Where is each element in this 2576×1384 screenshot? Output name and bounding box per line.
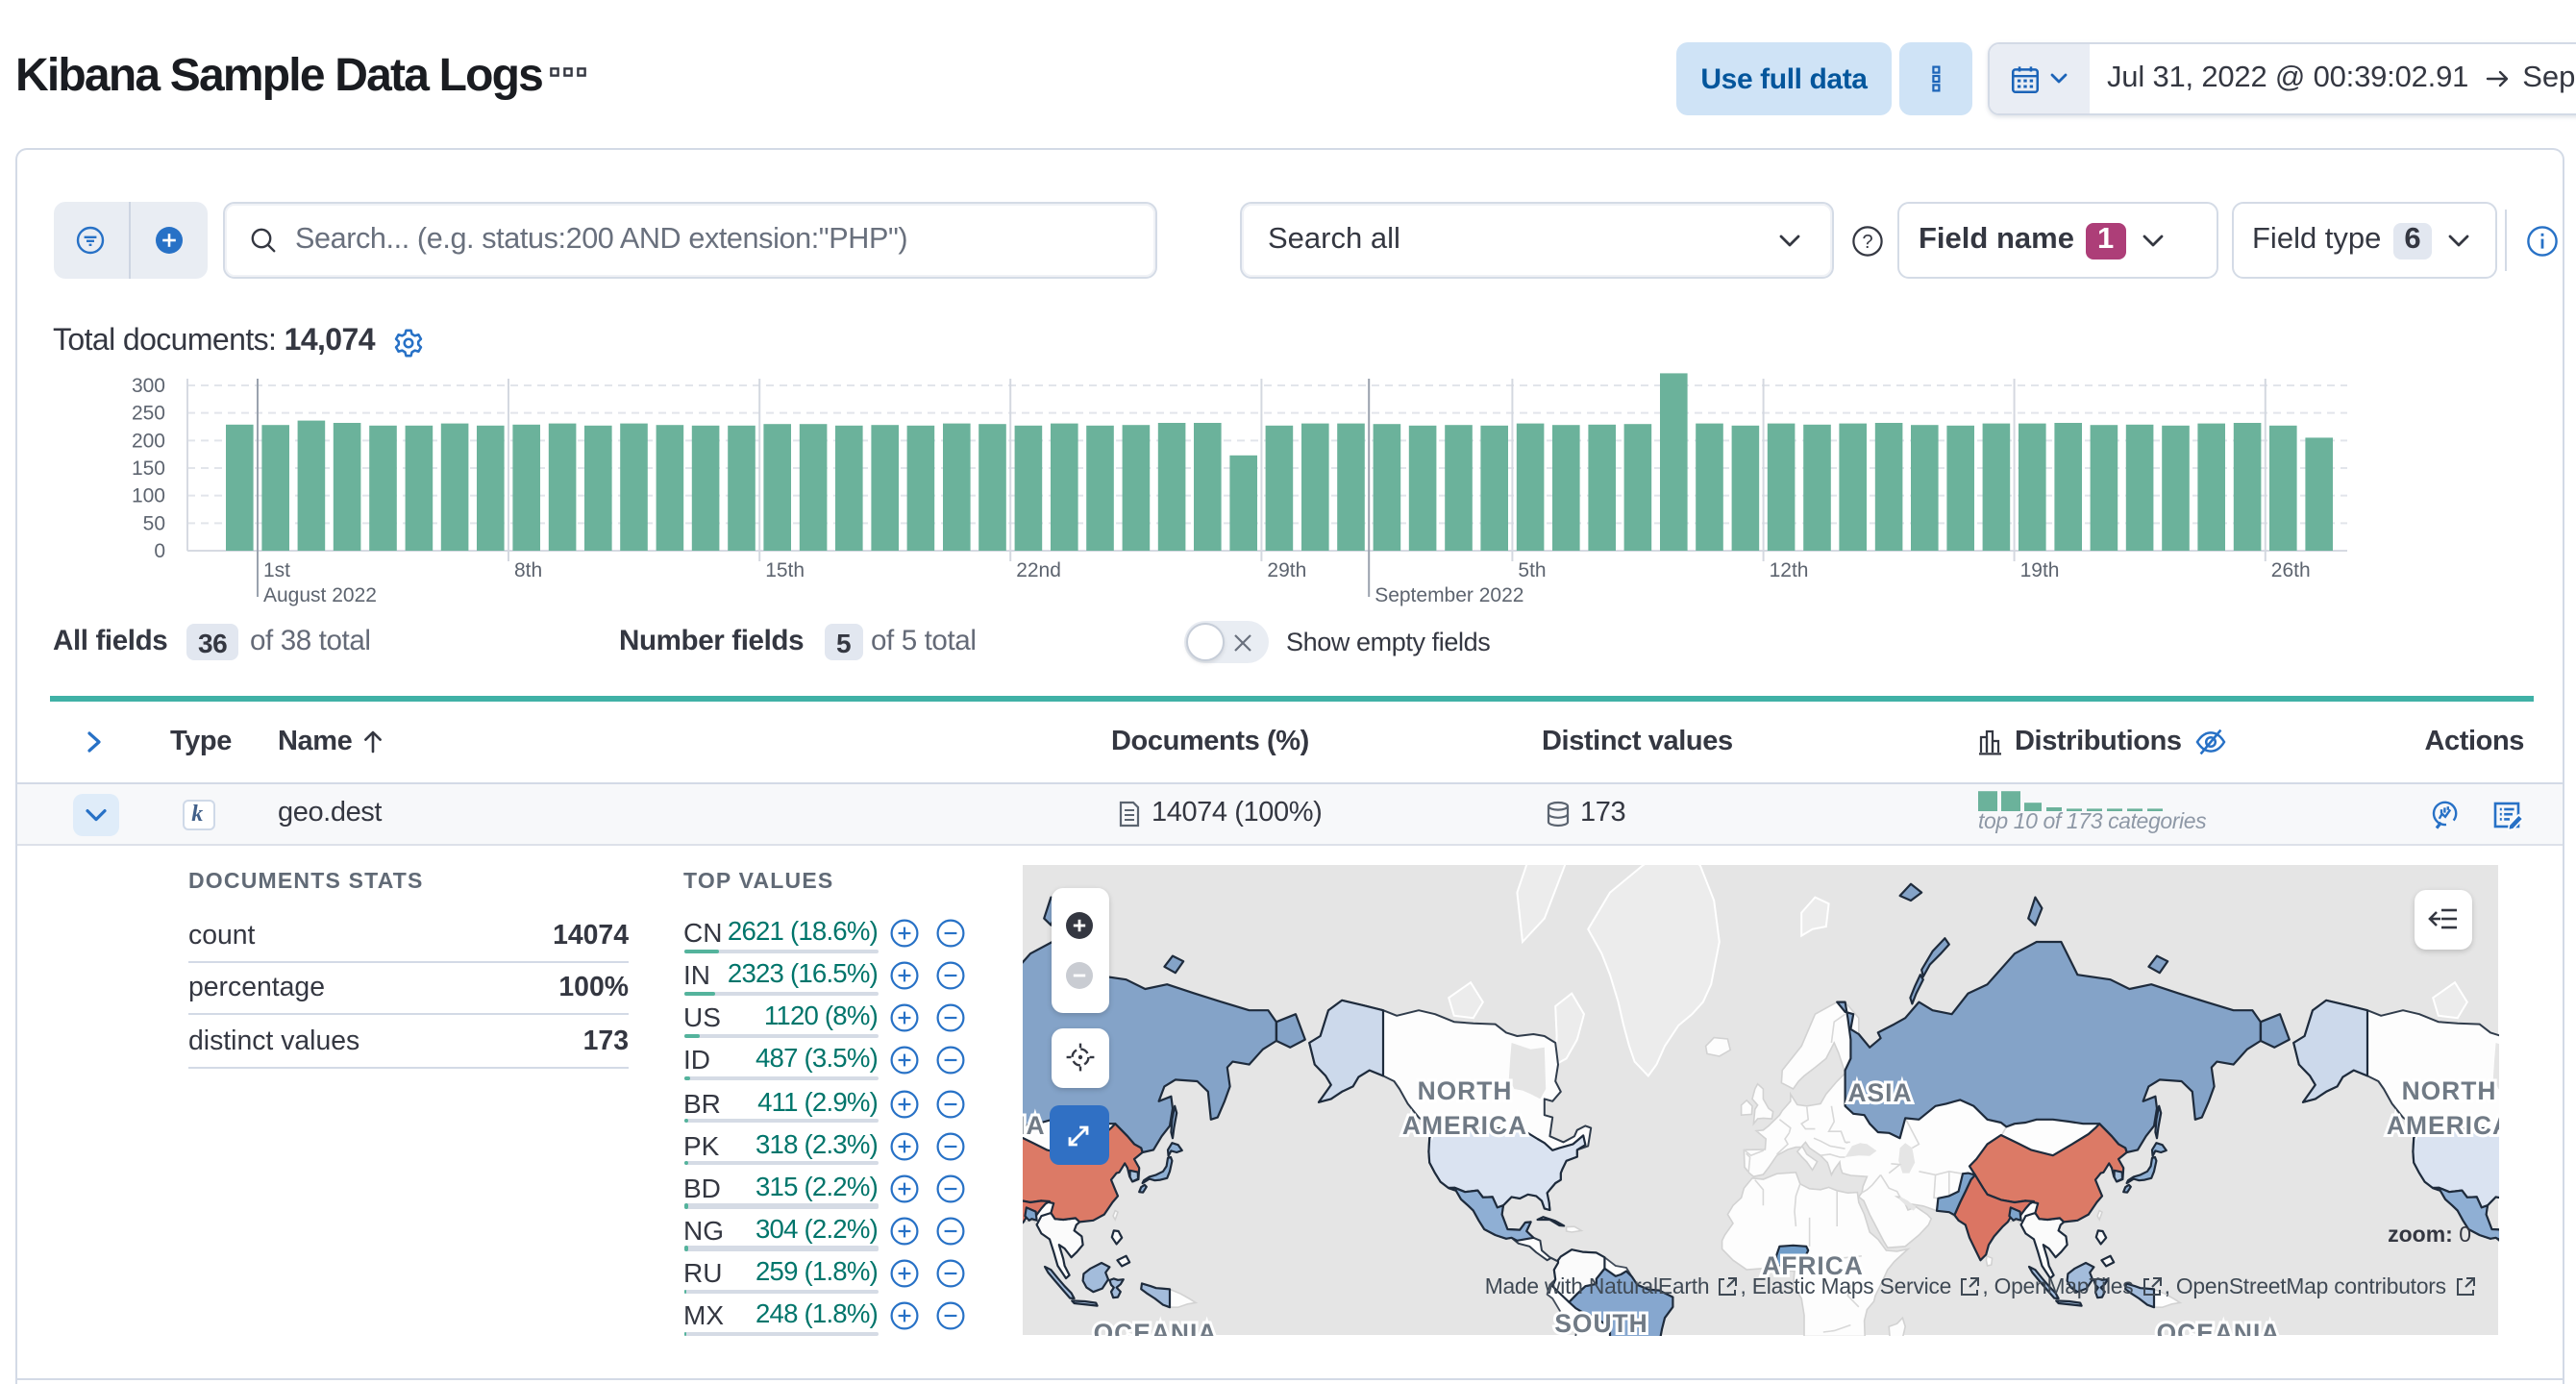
svg-text:NORTH: NORTH [2402,1077,2497,1106]
svg-text:250: 250 [132,403,165,425]
svg-text:22nd: 22nd [1016,559,1061,581]
svg-text:200: 200 [132,430,165,452]
svg-text:0: 0 [154,540,165,562]
svg-text:SOUTH: SOUTH [1554,1310,1647,1336]
svg-text:12th: 12th [1770,559,1809,581]
svg-text:50: 50 [143,512,165,534]
svg-text:?: ? [1862,231,1872,252]
svg-text:100: 100 [132,485,165,507]
svg-text:8th: 8th [514,559,542,581]
svg-text:1st: 1st [263,559,290,581]
svg-text:August 2022: August 2022 [263,584,377,606]
svg-text:OCEANIA: OCEANIA [2157,1320,2281,1336]
svg-text:150: 150 [132,457,165,480]
svg-text:OCEANIA: OCEANIA [1094,1320,1218,1336]
svg-text:5th: 5th [1518,559,1546,581]
svg-text:AMERICA: AMERICA [2387,1112,2498,1141]
svg-text:19th: 19th [2020,559,2060,581]
svg-text:15th: 15th [765,559,805,581]
svg-text:ASIA: ASIA [1023,1112,1046,1141]
svg-text:NORTH: NORTH [1418,1077,1513,1106]
svg-text:26th: 26th [2271,559,2311,581]
svg-text:300: 300 [132,375,165,397]
svg-text:September 2022: September 2022 [1375,584,1523,606]
svg-text:AMERICA: AMERICA [1402,1112,1527,1141]
svg-text:ASIA: ASIA [1847,1079,1912,1108]
svg-text:29th: 29th [1267,559,1306,581]
